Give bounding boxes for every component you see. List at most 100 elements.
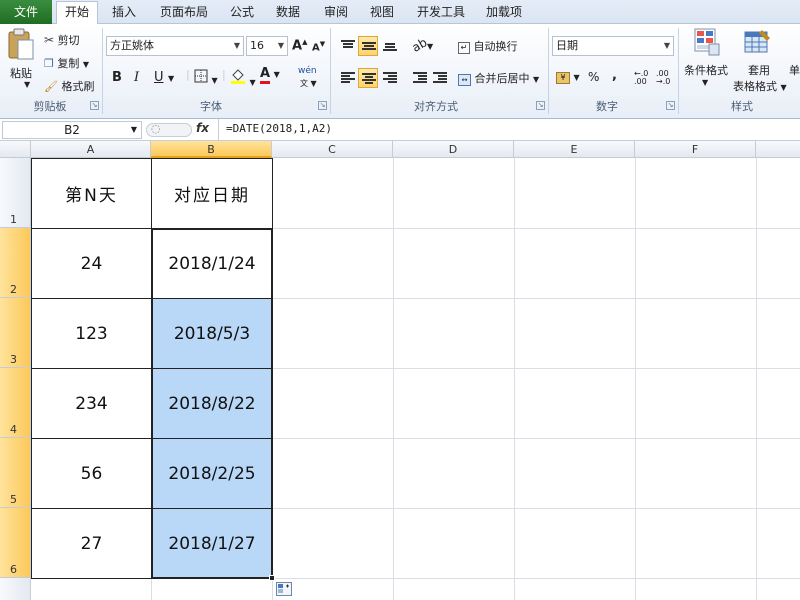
phonetic-dropdown-icon[interactable]: 文 ▼ xyxy=(300,78,317,89)
bold-button[interactable]: B xyxy=(112,70,122,85)
align-bottom-button[interactable] xyxy=(380,36,400,56)
copy-label: 复制 xyxy=(57,57,80,70)
phonetic-button[interactable]: wén xyxy=(298,66,317,76)
clipboard-launcher-icon[interactable]: ↘ xyxy=(90,101,99,110)
align-middle-button[interactable] xyxy=(358,36,378,56)
cell-b5[interactable]: 2018/2/25 xyxy=(151,438,273,509)
shrink-font-icon: A xyxy=(312,42,320,54)
cell-b1[interactable]: 对应日期 xyxy=(151,158,273,229)
align-right-icon xyxy=(383,72,397,84)
paste-dropdown-icon[interactable]: ▼ xyxy=(24,80,30,89)
column-header-e[interactable]: E xyxy=(514,141,635,158)
cell-a2[interactable]: 24 xyxy=(31,228,152,299)
font-name-select[interactable]: 方正姚体 ▼ xyxy=(106,36,244,56)
format-as-table-label-2: 表格格式 ▼ xyxy=(733,78,787,94)
column-header-a[interactable]: A xyxy=(31,141,151,158)
row-header-1[interactable]: 1 xyxy=(0,158,31,228)
tab-developer[interactable]: 开发工具 xyxy=(410,2,472,24)
font-size-select[interactable]: 16 ▼ xyxy=(246,36,288,56)
cell-b6[interactable]: 2018/1/27 xyxy=(151,508,273,579)
paste-button[interactable] xyxy=(6,28,36,65)
row-header-6[interactable]: 6 xyxy=(0,508,31,578)
align-top-icon xyxy=(341,40,355,52)
select-all-button[interactable] xyxy=(0,141,31,158)
align-right-button[interactable] xyxy=(380,68,400,88)
merge-center-button[interactable]: ↔ 合并后居中 ▼ xyxy=(458,70,539,86)
insert-function-button[interactable]: fx xyxy=(196,121,209,135)
tab-insert[interactable]: 插入 xyxy=(104,2,144,24)
fill-color-button[interactable]: ▼ xyxy=(230,67,256,88)
align-center-button[interactable] xyxy=(358,68,378,88)
tab-view[interactable]: 视图 xyxy=(362,2,402,24)
cell-b4[interactable]: 2018/8/22 xyxy=(151,368,273,439)
cell-a6[interactable]: 27 xyxy=(31,508,152,579)
accounting-format-button[interactable]: ¥ ▼ xyxy=(556,70,580,84)
tab-page-layout[interactable]: 页面布局 xyxy=(152,2,216,24)
borders-button[interactable]: ▼ xyxy=(194,69,218,86)
merge-center-label: 合并后居中 xyxy=(474,72,530,85)
orientation-button[interactable]: ab▼ xyxy=(410,35,434,55)
cell-a5[interactable]: 56 xyxy=(31,438,152,509)
font-color-button[interactable]: A ▼ xyxy=(260,67,280,84)
cell-a4[interactable]: 234 xyxy=(31,368,152,439)
increase-decimal-button[interactable]: ←.0.00 xyxy=(634,70,648,86)
increase-indent-button[interactable] xyxy=(430,68,450,88)
row-header-5[interactable]: 5 xyxy=(0,438,31,508)
currency-icon: ¥ xyxy=(556,72,570,84)
italic-button[interactable]: I xyxy=(134,70,139,85)
format-as-table-button[interactable] xyxy=(744,28,772,59)
tab-home[interactable]: 开始 xyxy=(56,1,98,25)
format-as-table-icon xyxy=(744,30,770,53)
worksheet-grid[interactable]: A B C D E F 1 2 3 4 5 6 第N天 对应日期 24 2018… xyxy=(0,141,800,600)
row-header-3[interactable]: 3 xyxy=(0,298,31,368)
column-header-f[interactable]: F xyxy=(635,141,756,158)
row-header-4[interactable]: 4 xyxy=(0,368,31,438)
clipboard-group-label: 剪贴板 xyxy=(33,100,67,113)
fill-handle[interactable] xyxy=(269,575,275,581)
underline-button[interactable]: U xyxy=(154,70,164,85)
tab-data[interactable]: 数据 xyxy=(268,2,308,24)
format-painter-label: 格式刷 xyxy=(61,80,95,93)
comma-button[interactable]: , xyxy=(612,68,617,83)
grow-font-button[interactable]: A▲ xyxy=(292,38,307,53)
number-format-select[interactable]: 日期 ▼ xyxy=(552,36,674,56)
align-top-button[interactable] xyxy=(338,36,358,56)
cell-a3[interactable]: 123 xyxy=(31,298,152,369)
alignment-launcher-icon[interactable]: ↘ xyxy=(536,101,545,110)
decrease-decimal-button[interactable]: .00 →.0 xyxy=(656,70,670,86)
formula-input[interactable]: =DATE(2018,1,A2) xyxy=(226,122,332,135)
tab-addins[interactable]: 加载项 xyxy=(478,2,530,24)
font-launcher-icon[interactable]: ↘ xyxy=(318,101,327,110)
cut-button[interactable]: ✂ 剪切 xyxy=(44,32,80,48)
cell-a1[interactable]: 第N天 xyxy=(31,158,152,229)
tab-file[interactable]: 文件 xyxy=(0,0,52,24)
chevron-down-icon[interactable]: ▼ xyxy=(702,78,708,87)
column-header-g[interactable] xyxy=(756,141,800,158)
cell-b3[interactable]: 2018/5/3 xyxy=(151,298,273,369)
copy-button[interactable]: ❐ 复制 ▼ xyxy=(44,55,89,71)
row-header-2[interactable]: 2 xyxy=(0,228,31,298)
number-launcher-icon[interactable]: ↘ xyxy=(666,101,675,110)
tab-formulas[interactable]: 公式 xyxy=(222,2,262,24)
cell-b2[interactable]: 2018/1/24 xyxy=(151,228,273,299)
align-left-button[interactable] xyxy=(338,68,358,88)
format-as-table-label-1: 套用 xyxy=(748,64,770,77)
column-header-d[interactable]: D xyxy=(393,141,514,158)
group-divider xyxy=(102,28,103,114)
shrink-font-button[interactable]: A▼ xyxy=(312,40,325,53)
tab-review[interactable]: 审阅 xyxy=(316,2,356,24)
formula-expand-handle[interactable]: ◌ xyxy=(146,122,192,137)
decrease-indent-button[interactable] xyxy=(410,68,430,88)
column-header-b[interactable]: B xyxy=(151,141,272,158)
conditional-formatting-button[interactable] xyxy=(694,28,720,59)
column-header-c[interactable]: C xyxy=(272,141,393,158)
cell-styles-button[interactable]: 单 xyxy=(789,62,800,78)
row-header-7[interactable] xyxy=(0,578,31,600)
wrap-text-button[interactable]: ↵ 自动换行 xyxy=(458,38,518,54)
format-painter-button[interactable]: 🖌 格式刷 xyxy=(44,78,94,94)
underline-dropdown-icon[interactable]: ▼ xyxy=(168,74,174,83)
autofill-options-button[interactable] xyxy=(276,582,292,596)
alignment-group-label: 对齐方式 xyxy=(414,100,458,113)
name-box[interactable]: B2 ▼ xyxy=(2,121,142,139)
percent-button[interactable]: % xyxy=(588,70,599,84)
